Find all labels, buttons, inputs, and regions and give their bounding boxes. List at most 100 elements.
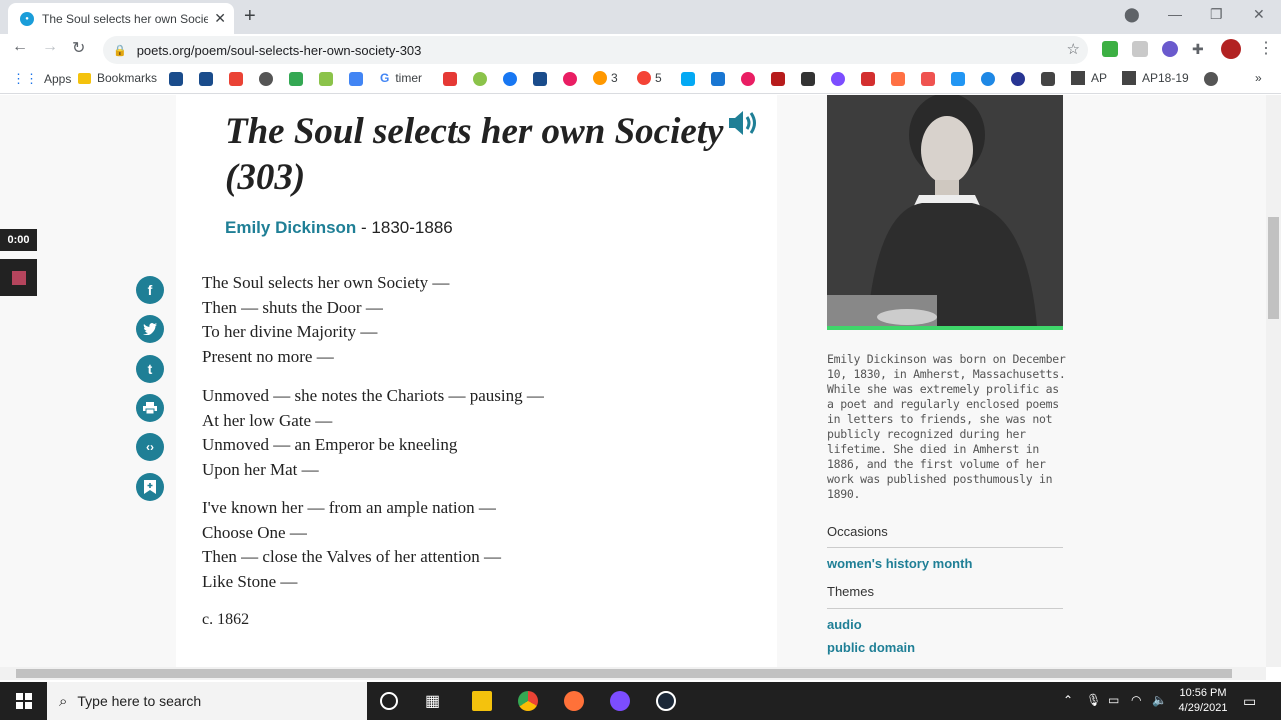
bookmark-icon[interactable] [1011,72,1025,86]
back-icon[interactable]: ← [12,38,28,56]
author-line: Emily Dickinson - 1830-1886 [225,218,453,238]
bookmark-star-icon[interactable]: ☆ [1067,40,1080,58]
occasion-link[interactable]: women's history month [827,556,972,571]
show-hidden-icons[interactable]: ⌃ [1063,693,1073,707]
app-icon[interactable] [610,691,630,711]
wikipedia-icon [1122,71,1136,85]
battery-icon[interactable]: ▭ [1108,693,1119,707]
bookmark-icon[interactable] [741,72,755,86]
timer-bookmark[interactable]: G timer [380,71,422,85]
twitter-share-button[interactable] [136,315,164,343]
tab-title: The Soul selects her own Society [42,11,209,26]
folder-icon [78,72,91,84]
bookmark-icon[interactable] [831,72,845,86]
new-tab-icon[interactable]: + [244,5,256,28]
extension-icon[interactable] [1102,41,1118,57]
gmail-icon[interactable] [229,72,243,86]
volume-icon[interactable]: 🔈 [1152,693,1167,707]
horizontal-scrollbar[interactable] [0,667,1266,680]
sis-bookmark-icon[interactable] [199,72,213,86]
bookmark-5[interactable]: 5 [637,71,662,85]
poem-line: Then — close the Valves of her attention… [202,547,501,566]
bookmark-3[interactable]: 3 [593,71,618,85]
cortana-icon[interactable] [380,692,398,710]
wifi-icon[interactable]: ◠ [1131,693,1141,707]
apps-bookmark[interactable]: ⋮⋮ Apps [12,71,71,87]
close-tab-icon[interactable]: ✕ [214,10,226,27]
ap-label: AP [1091,71,1108,85]
facebook-bookmark-icon[interactable] [503,72,517,86]
author-years: - 1830-1886 [356,218,453,237]
save-button[interactable] [136,473,164,501]
stop-recording-button[interactable] [0,259,37,296]
drive-icon[interactable] [289,72,303,86]
globe-icon[interactable] [259,72,273,86]
profile-dropdown-icon[interactable]: ⬤ [1124,6,1140,23]
extension-icon[interactable] [1162,41,1178,57]
poem-line: Then — shuts the Door — [202,297,383,317]
vertical-scroll-thumb[interactable] [1268,217,1279,319]
reload-icon[interactable]: ↻ [72,38,85,58]
wikipedia-icon[interactable] [1041,72,1055,86]
lock-icon: 🔒 [113,44,127,57]
globe-icon[interactable] [1204,72,1218,86]
chrome-icon[interactable] [518,691,538,711]
puzzle-icon[interactable]: ✚ [1192,41,1208,57]
search-icon: ⌕ [59,692,68,710]
task-view-icon[interactable]: ▦ [425,691,445,711]
bookmark-icon[interactable] [981,72,995,86]
print-icon [143,402,157,414]
facebook-share-button[interactable]: f [136,276,164,304]
bookmark-icon[interactable] [891,72,905,86]
bookmarks-folder[interactable]: Bookmarks [78,71,157,85]
embed-button[interactable]: ‹› [136,433,164,461]
bookmark-icon[interactable] [443,72,457,86]
ap1819-bookmark[interactable]: AP18-19 [1122,71,1189,85]
theme-link[interactable]: public domain [827,640,915,655]
bookmark-icon[interactable] [771,72,785,86]
clock-date: 4/29/2021 [1178,702,1228,714]
theme-link[interactable]: audio [827,617,862,632]
forward-icon[interactable]: → [42,38,58,56]
zoom-icon[interactable] [951,72,965,86]
themes-heading: Themes [827,584,874,599]
microphone-icon[interactable]: 🎙 [1086,693,1101,707]
active-tab[interactable]: ● The Soul selects her own Society ✕ [8,3,234,34]
firefox-icon[interactable] [564,691,584,711]
steam-icon[interactable] [656,691,676,711]
twitter-icon [143,323,157,335]
file-explorer-icon[interactable] [472,691,492,711]
bookmark-icon[interactable] [711,72,725,86]
notifications-icon[interactable]: ▭ [1243,693,1256,710]
bookmark-icon[interactable] [681,72,695,86]
bookmark-icon[interactable] [563,72,577,86]
minimize-icon[interactable]: — [1168,6,1182,22]
close-window-icon[interactable]: ✕ [1253,6,1265,23]
start-button[interactable] [0,682,47,720]
profile-avatar[interactable] [1221,39,1241,59]
system-clock[interactable]: 10:56 PM 4/29/2021 [1168,686,1238,716]
bookmark-icon[interactable] [861,72,875,86]
bookmark-icon[interactable] [473,72,487,86]
classroom-icon[interactable] [319,72,333,86]
tumblr-share-button[interactable]: t [136,355,164,383]
address-bar[interactable]: 🔒 poets.org/poem/soul-selects-her-own-so… [103,36,1088,64]
taskbar-search-box[interactable]: ⌕ Type here to search [47,682,367,720]
audio-speaker-icon[interactable] [726,107,758,144]
print-button[interactable] [136,394,164,422]
horizontal-scroll-thumb[interactable] [16,669,1232,678]
ap-bookmark[interactable]: AP [1071,71,1107,85]
calendar-icon[interactable] [349,72,363,86]
sis-bookmark-icon[interactable] [169,72,183,86]
poem-line: Unmoved — she notes the Chariots — pausi… [202,386,544,405]
poem-card: The Soul selects her own Society (303) E… [176,95,777,667]
bookmark-icon[interactable] [801,72,815,86]
bookmark-icon[interactable] [921,72,935,86]
restore-icon[interactable]: ❐ [1210,6,1223,23]
menu-kebab-icon[interactable]: ⋮ [1258,38,1274,58]
vertical-scrollbar[interactable] [1266,95,1281,667]
bookmark-icon[interactable] [533,72,547,86]
more-bookmarks-icon[interactable]: » [1255,71,1262,85]
extension-icon[interactable] [1132,41,1148,57]
author-link[interactable]: Emily Dickinson [225,218,356,237]
